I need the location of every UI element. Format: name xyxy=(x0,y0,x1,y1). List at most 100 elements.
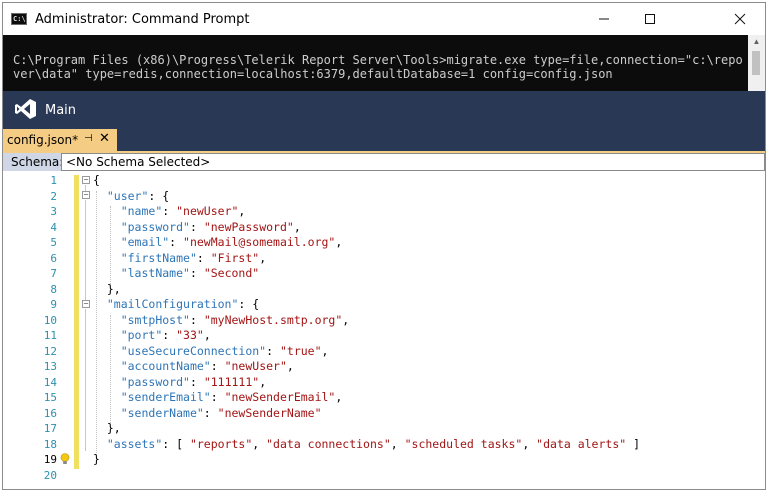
json-punctuation: , xyxy=(252,436,267,451)
close-button[interactable] xyxy=(717,3,763,35)
code-line[interactable]: } xyxy=(93,452,100,468)
line-number: 10 xyxy=(43,313,57,327)
json-punctuation xyxy=(93,406,121,420)
fold-toggle-mailconfiguration[interactable]: − xyxy=(82,300,90,308)
minimize-icon xyxy=(599,18,609,20)
code-line[interactable]: "accountName": "newUser", xyxy=(93,359,294,375)
line-number: 11 xyxy=(43,329,57,342)
title-bar[interactable]: C:\ Administrator: Command Prompt xyxy=(3,3,765,35)
schema-label: Schema: xyxy=(11,155,64,169)
line-number: 14 xyxy=(43,375,57,389)
line-number: 13 xyxy=(43,360,57,373)
code-line[interactable]: "assets": [ "reports", "data connections… xyxy=(93,437,640,453)
code-line[interactable]: "lastName": "Second" xyxy=(93,266,260,282)
fold-toggle-user[interactable]: − xyxy=(82,191,90,199)
line-number: 16 xyxy=(43,406,57,420)
json-punctuation: , xyxy=(238,204,246,218)
json-punctuation: : xyxy=(203,405,218,420)
scroll-thumb[interactable] xyxy=(752,51,760,75)
json-punctuation: ] xyxy=(626,436,641,451)
document-tabstrip: config.json* ⊣ ✕ xyxy=(3,129,765,153)
json-punctuation: , xyxy=(293,219,301,234)
json-key: "accountName" xyxy=(120,359,211,373)
maximize-icon xyxy=(645,14,655,24)
json-punctuation xyxy=(93,328,121,342)
pin-icon[interactable]: ⊣ xyxy=(84,133,93,144)
json-punctuation xyxy=(93,375,121,389)
visual-studio-logo xyxy=(15,99,36,119)
console-output[interactable]: C:\Program Files (x86)\Progress\Telerik … xyxy=(3,35,765,91)
code-line[interactable]: { xyxy=(93,173,100,189)
code-line[interactable]: "senderName": "newSenderName" xyxy=(93,406,322,422)
json-punctuation xyxy=(93,313,121,327)
line-number: 8 xyxy=(50,282,57,296)
json-punctuation: , xyxy=(335,390,343,404)
fold-line xyxy=(85,185,86,191)
code-line[interactable]: "password": "111111", xyxy=(93,375,266,391)
json-punctuation: , xyxy=(335,235,343,249)
command-prompt-window: C:\ Administrator: Command Prompt C:\Pro… xyxy=(2,2,766,490)
code-line[interactable]: }, xyxy=(93,282,121,298)
line-number: 18 xyxy=(43,437,57,451)
schema-select[interactable]: <No Schema Selected> xyxy=(61,153,765,171)
code-line[interactable]: "smtpHost": "myNewHost.smtp.org", xyxy=(93,313,350,329)
json-key: "password" xyxy=(120,219,190,234)
tab-config-json[interactable]: config.json* ⊣ ✕ xyxy=(3,129,117,151)
json-punctuation xyxy=(93,344,121,358)
lightbulb-icon[interactable] xyxy=(60,453,70,465)
json-punctuation: , xyxy=(286,359,294,373)
console-text: C:\Program Files (x86)\Progress\Telerik … xyxy=(13,53,743,81)
console-scrollbar[interactable]: ▲ xyxy=(748,35,765,91)
fold-toggle-root[interactable]: − xyxy=(82,176,90,184)
json-key: "lastName" xyxy=(120,266,190,280)
json-punctuation xyxy=(93,359,121,373)
scroll-up-icon[interactable]: ▲ xyxy=(748,35,765,49)
json-punctuation: , xyxy=(321,343,329,358)
json-string: "33" xyxy=(176,328,204,342)
json-punctuation: }, xyxy=(93,421,121,435)
code-line[interactable]: "port": "33", xyxy=(93,328,211,344)
code-line[interactable]: "senderEmail": "newSenderEmail", xyxy=(93,390,343,406)
json-punctuation: : xyxy=(210,390,225,404)
json-punctuation xyxy=(93,204,121,218)
code-line[interactable]: "user": { xyxy=(93,189,169,205)
cmd-icon: C:\ xyxy=(11,13,27,25)
json-string: "scheduled tasks" xyxy=(404,436,523,451)
json-punctuation: : xyxy=(169,235,184,249)
json-string: "newUser" xyxy=(176,204,239,218)
json-punctuation: } xyxy=(93,452,100,466)
schema-value: <No Schema Selected> xyxy=(66,155,211,169)
json-string: "true" xyxy=(279,343,322,358)
code-line[interactable]: "name": "newUser", xyxy=(93,204,246,220)
json-punctuation xyxy=(93,390,121,404)
vs-title: Main xyxy=(45,103,77,118)
tab-close-icon[interactable]: ✕ xyxy=(99,131,110,146)
minimize-button[interactable] xyxy=(581,3,627,35)
code-line[interactable]: "useSecureConnection": "true", xyxy=(93,343,329,360)
line-number: 19 xyxy=(43,453,57,466)
json-key: "name" xyxy=(120,204,163,218)
json-punctuation: : { xyxy=(238,297,260,311)
code-line[interactable]: "email": "newMail@somemail.org", xyxy=(93,235,343,251)
json-punctuation: , xyxy=(259,250,267,265)
json-key: "firstName" xyxy=(120,250,197,265)
json-punctuation: : xyxy=(162,204,177,218)
line-number: 4 xyxy=(50,220,57,234)
code-line[interactable]: }, xyxy=(93,421,121,437)
json-punctuation: , xyxy=(259,374,267,389)
line-number: 5 xyxy=(50,236,57,249)
close-icon xyxy=(734,13,746,25)
code-editor[interactable]: 1 2 3 4 5 6 7 8 9 10 11 12 13 14 15 16 17 18 19 20 − − − { … xyxy=(3,171,765,489)
code-line[interactable]: "password": "newPassword", xyxy=(93,220,301,236)
change-tracking-bar xyxy=(74,175,79,469)
line-number: 2 xyxy=(50,189,57,203)
line-number: 9 xyxy=(50,298,57,311)
maximize-button[interactable] xyxy=(627,3,673,35)
json-string: "Second" xyxy=(203,266,260,280)
line-number: 6 xyxy=(50,251,57,265)
tab-label: config.json* xyxy=(7,133,79,147)
code-line[interactable]: "mailConfiguration": { xyxy=(93,297,259,313)
code-line[interactable]: "firstName": "First", xyxy=(93,251,266,267)
json-punctuation: : xyxy=(266,343,280,358)
json-punctuation xyxy=(93,189,107,203)
